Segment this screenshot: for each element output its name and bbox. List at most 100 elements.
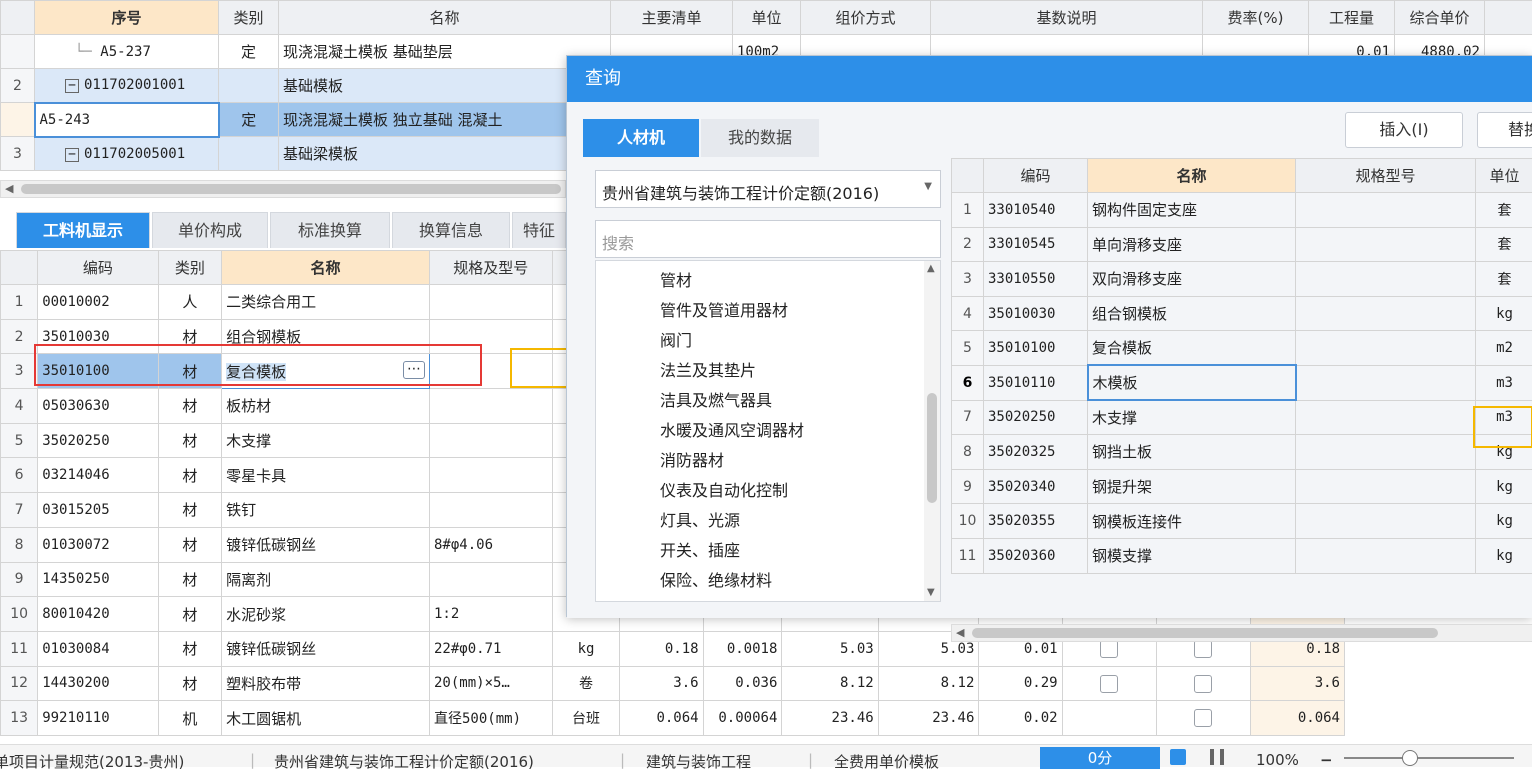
value-cell[interactable]: 8.12: [782, 666, 878, 701]
spec-cell[interactable]: [430, 423, 553, 458]
table-row[interactable]: 1399210110机木工圆锯机直径500(mm)台班0.0640.000642…: [1, 701, 1345, 736]
value-cell[interactable]: 0.00064: [703, 701, 782, 736]
tree-item[interactable]: 管材: [660, 267, 692, 291]
table-row[interactable]: 333010550双向滑移支座套: [952, 262, 1532, 297]
unit-cell[interactable]: kg: [1476, 469, 1532, 504]
value-cell[interactable]: 0.036: [703, 666, 782, 701]
unit-cell[interactable]: 套: [1476, 227, 1532, 262]
col-header-unit[interactable]: 单位: [1476, 159, 1532, 193]
bill-code[interactable]: −011702001001: [35, 69, 219, 103]
col-header-main-list[interactable]: 主要清单: [611, 1, 733, 35]
col-header-pricing-method[interactable]: 组价方式: [801, 1, 931, 35]
code-cell[interactable]: 33010545: [984, 227, 1088, 262]
code-cell[interactable]: 33010550: [984, 262, 1088, 297]
name-cell[interactable]: 钢模支撑: [1088, 538, 1296, 573]
spec-cell[interactable]: 22#φ0.71: [430, 631, 553, 666]
replace-button[interactable]: 替换: [1477, 112, 1532, 148]
spec-cell[interactable]: [1296, 538, 1476, 573]
type-cell[interactable]: 材: [158, 562, 221, 597]
checkbox[interactable]: [1194, 709, 1212, 727]
unit-cell[interactable]: 卷: [552, 666, 620, 701]
scrollbar-thumb[interactable]: [21, 184, 561, 194]
tree-item[interactable]: 消防器材: [660, 447, 724, 471]
value-cell[interactable]: 0.0018: [703, 631, 782, 666]
code-cell[interactable]: 03214046: [38, 458, 158, 493]
type-cell[interactable]: [219, 69, 279, 103]
value-cell[interactable]: 5.03: [782, 631, 878, 666]
view-list-icon[interactable]: [1170, 749, 1186, 765]
name-cell[interactable]: 铁钉: [222, 493, 430, 528]
value-cell[interactable]: 23.46: [878, 701, 979, 736]
spec-cell[interactable]: [1296, 400, 1476, 435]
name-cell[interactable]: 水泥砂浆: [222, 597, 430, 632]
table-row[interactable]: 935020340钢提升架kg: [952, 469, 1532, 504]
name-cell[interactable]: 组合钢模板: [1088, 296, 1296, 331]
tab-unit-price-composition[interactable]: 单价构成: [152, 212, 268, 248]
spec-cell[interactable]: [1296, 227, 1476, 262]
quota-code[interactable]: └─ A5-237: [35, 35, 219, 69]
name-cell[interactable]: 木支撑: [1088, 400, 1296, 435]
col-header-type[interactable]: 类别: [158, 251, 221, 285]
unit-cell[interactable]: kg: [1476, 296, 1532, 331]
name-cell[interactable]: 双向滑移支座: [1088, 262, 1296, 297]
dialog-title[interactable]: 查询: [567, 56, 1532, 102]
zoom-slider-track[interactable]: [1344, 757, 1514, 759]
checkbox[interactable]: [1100, 675, 1118, 693]
chevron-down-icon[interactable]: ▼: [924, 181, 932, 192]
name-cell[interactable]: 钢挡土板: [1088, 435, 1296, 470]
table-row[interactable]: 1035020355钢模板连接件kg: [952, 504, 1532, 539]
quota-code-input[interactable]: A5-243: [35, 103, 219, 137]
spec-cell[interactable]: [1296, 365, 1476, 400]
name-cell[interactable]: 基础模板: [279, 69, 611, 103]
unit-cell[interactable]: kg: [1476, 504, 1532, 539]
name-cell[interactable]: 隔离剂: [222, 562, 430, 597]
name-cell[interactable]: 木模板: [1088, 365, 1296, 400]
type-cell[interactable]: 定: [219, 103, 279, 137]
name-cell[interactable]: 复合模板: [1088, 331, 1296, 366]
status-template[interactable]: 全费用单价模板: [834, 751, 939, 772]
value-cell[interactable]: 3.6: [620, 666, 703, 701]
value-cell[interactable]: 3.6: [1250, 666, 1344, 701]
table-row[interactable]: 535010100复合模板m2: [952, 331, 1532, 366]
checkbox[interactable]: [1100, 640, 1118, 658]
scrollbar-thumb[interactable]: [972, 628, 1438, 638]
col-header-spec[interactable]: 规格型号: [1296, 159, 1476, 193]
col-header-code[interactable]: 编码: [38, 251, 158, 285]
name-cell[interactable]: 钢模板连接件: [1088, 504, 1296, 539]
col-header-seq[interactable]: 序号: [35, 1, 219, 35]
name-cell[interactable]: 镀锌低碳钢丝: [222, 631, 430, 666]
scroll-down-icon[interactable]: ▼: [927, 587, 935, 598]
spec-cell[interactable]: 直径500(mm): [430, 701, 553, 736]
tab-labor-material-machine[interactable]: 工料机显示: [16, 212, 150, 248]
col-header-name[interactable]: 名称: [279, 1, 611, 35]
unit-cell[interactable]: m3: [1476, 365, 1532, 400]
scroll-left-icon[interactable]: ◀: [5, 182, 13, 195]
code-cell[interactable]: 35020250: [38, 423, 158, 458]
zoom-out-icon[interactable]: −: [1320, 751, 1333, 769]
code-cell[interactable]: 33010540: [984, 193, 1088, 228]
type-cell[interactable]: 机: [158, 701, 221, 736]
col-header-name[interactable]: 名称: [222, 251, 430, 285]
value-cell[interactable]: 0.29: [979, 666, 1062, 701]
code-cell[interactable]: 35020325: [984, 435, 1088, 470]
checkbox-cell[interactable]: [1156, 701, 1250, 736]
code-cell[interactable]: 35020360: [984, 538, 1088, 573]
table-row[interactable]: 1135020360钢模支撑kg: [952, 538, 1532, 573]
score-button[interactable]: 0分: [1040, 747, 1160, 769]
search-box[interactable]: 搜索: [595, 220, 941, 258]
tab-conversion-info[interactable]: 换算信息: [392, 212, 510, 248]
collapse-icon[interactable]: −: [65, 79, 79, 93]
type-cell[interactable]: 人: [158, 285, 221, 320]
code-cell[interactable]: 01030072: [38, 527, 158, 562]
tree-item[interactable]: 保险、绝缘材料: [660, 567, 772, 591]
col-header-spec[interactable]: 规格及型号: [430, 251, 553, 285]
table-row[interactable]: 233010545单向滑移支座套: [952, 227, 1532, 262]
library-select[interactable]: 贵州省建筑与装饰工程计价定额(2016) ▼: [595, 170, 941, 208]
table-row[interactable]: 133010540钢构件固定支座套: [952, 193, 1532, 228]
spec-cell[interactable]: [430, 562, 553, 597]
code-cell[interactable]: 14350250: [38, 562, 158, 597]
results-horizontal-scrollbar[interactable]: ◀: [951, 624, 1532, 642]
status-project-type[interactable]: 建筑与装饰工程: [646, 751, 751, 772]
unit-cell[interactable]: m2: [1476, 331, 1532, 366]
spec-cell[interactable]: [1296, 331, 1476, 366]
